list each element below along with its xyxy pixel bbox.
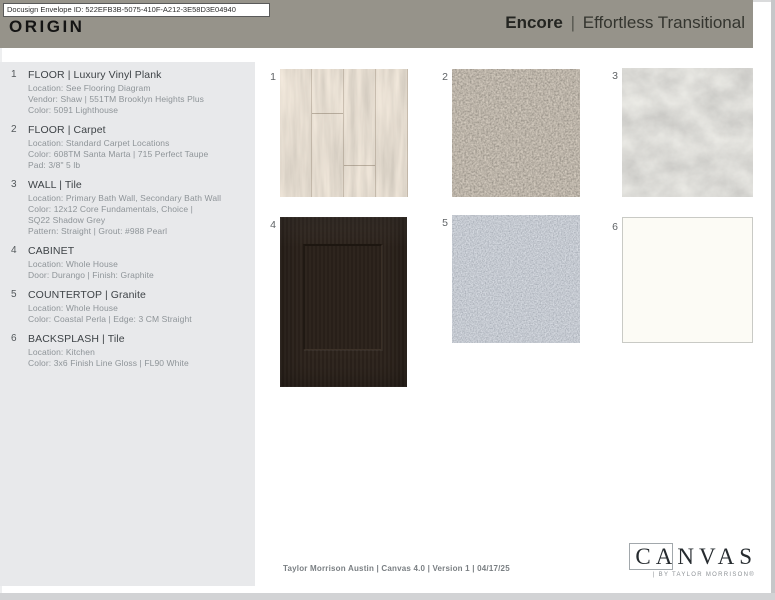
spec-item-detail: Location: Whole House [28, 303, 255, 314]
swatch-number: 6 [604, 221, 618, 233]
spec-item-wall-tile: 3 WALL | Tile Location: Primary Bath Wal… [0, 179, 255, 237]
swatch-backsplash-tile-image [622, 217, 753, 343]
swatch-number: 5 [434, 217, 448, 229]
spec-item-number: 3 [11, 179, 28, 237]
spec-item-detail: Pattern: Straight | Grout: #988 Pearl [28, 226, 255, 237]
canvas-logo: CANVAS | BY TAYLOR MORRISON® [635, 543, 757, 578]
canvas-wordmark: CANVAS [635, 543, 757, 570]
spec-item-detail: Location: Kitchen [28, 347, 255, 358]
spec-item-floor-lvp: 1 FLOOR | Luxury Vinyl Plank Location: S… [0, 69, 255, 116]
footer-version-info: Taylor Morrison Austin | Canvas 4.0 | Ve… [283, 564, 510, 573]
swatch-cabinet-door-image [280, 217, 407, 387]
spec-item-number: 6 [11, 333, 28, 369]
spec-item-number: 4 [11, 245, 28, 281]
title-separator: | [568, 13, 578, 32]
spec-item-title: BACKSPLASH | Tile [28, 333, 255, 345]
origin-brand-logo: ORIGIN [9, 17, 84, 37]
swatch-number: 2 [434, 71, 448, 83]
spec-item-number: 5 [11, 289, 28, 325]
spec-sidebar: 1 FLOOR | Luxury Vinyl Plank Location: S… [0, 62, 255, 586]
collection-name: Encore [505, 13, 563, 32]
spec-item-detail: Location: Standard Carpet Locations [28, 138, 255, 149]
spec-item-detail: Color: 12x12 Core Fundamentals, Choice | [28, 204, 255, 215]
spec-item-detail: Color: 3x6 Finish Line Gloss | FL90 Whit… [28, 358, 255, 369]
spec-item-title: WALL | Tile [28, 179, 255, 191]
spec-item-body: BACKSPLASH | Tile Location: Kitchen Colo… [28, 333, 255, 369]
spec-item-detail: Pad: 3/8" 5 lb [28, 160, 255, 171]
spec-item-body: CABINET Location: Whole House Door: Dura… [28, 245, 255, 281]
swatch-wall-tile-image [622, 68, 753, 197]
spec-item-body: WALL | Tile Location: Primary Bath Wall,… [28, 179, 255, 237]
swatch-carpet-image [452, 69, 580, 197]
spec-item-detail: Color: 608TM Santa Marta | 715 Perfect T… [28, 149, 255, 160]
spec-item-detail: Color: 5091 Lighthouse [28, 105, 255, 116]
spec-item-floor-carpet: 2 FLOOR | Carpet Location: Standard Carp… [0, 124, 255, 171]
spec-item-countertop: 5 COUNTERTOP | Granite Location: Whole H… [0, 289, 255, 325]
spec-item-detail: Location: Primary Bath Wall, Secondary B… [28, 193, 255, 204]
docusign-envelope-banner: Docusign Envelope ID: 522EFB3B-5075-410F… [3, 3, 270, 17]
swatch-number: 3 [604, 70, 618, 82]
swatch-number: 4 [262, 219, 276, 231]
plank-seam [312, 113, 343, 114]
page-edge-bottom [0, 593, 775, 600]
spec-item-body: COUNTERTOP | Granite Location: Whole Hou… [28, 289, 255, 325]
spec-item-cabinet: 4 CABINET Location: Whole House Door: Du… [0, 245, 255, 281]
spec-item-number: 1 [11, 69, 28, 116]
spec-item-detail: Vendor: Shaw | 551TM Brooklyn Heights Pl… [28, 94, 255, 105]
swatch-number: 1 [262, 71, 276, 83]
spec-item-title: FLOOR | Carpet [28, 124, 255, 136]
canvas-tagline: | BY TAYLOR MORRISON® [635, 572, 757, 578]
spec-item-detail: Door: Durango | Finish: Graphite [28, 270, 255, 281]
plank-seam [344, 165, 375, 166]
spec-item-body: FLOOR | Luxury Vinyl Plank Location: See… [28, 69, 255, 116]
swatch-luxury-vinyl-plank-image [280, 69, 408, 197]
spec-item-title: COUNTERTOP | Granite [28, 289, 255, 301]
collection-title: Encore | Effortless Transitional [505, 13, 745, 33]
cabinet-door-panel [303, 244, 382, 350]
canvas-wordmark-text: CANVAS [635, 544, 757, 569]
docusign-envelope-id: Docusign Envelope ID: 522EFB3B-5075-410F… [7, 5, 236, 14]
spec-item-body: FLOOR | Carpet Location: Standard Carpet… [28, 124, 255, 171]
page-edge-right [771, 0, 775, 600]
spec-item-backsplash: 6 BACKSPLASH | Tile Location: Kitchen Co… [0, 333, 255, 369]
spec-item-detail: Color: Coastal Perla | Edge: 3 CM Straig… [28, 314, 255, 325]
style-name: Effortless Transitional [583, 13, 745, 32]
swatch-granite-image [452, 215, 580, 343]
spec-item-number: 2 [11, 124, 28, 171]
spec-item-detail: Location: See Flooring Diagram [28, 83, 255, 94]
spec-item-detail: SQ22 Shadow Grey [28, 215, 255, 226]
spec-item-detail: Location: Whole House [28, 259, 255, 270]
spec-item-title: CABINET [28, 245, 255, 257]
design-spec-page: ORIGIN Encore | Effortless Transitional … [0, 0, 775, 600]
spec-item-title: FLOOR | Luxury Vinyl Plank [28, 69, 255, 81]
